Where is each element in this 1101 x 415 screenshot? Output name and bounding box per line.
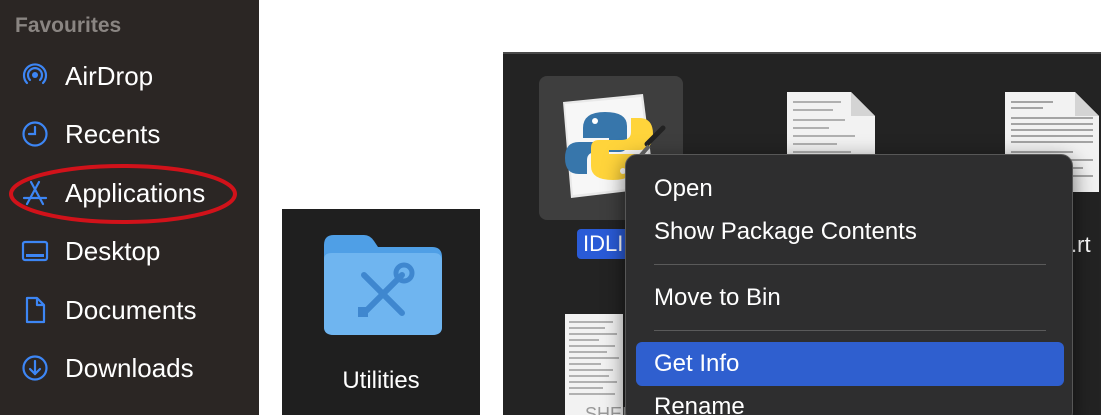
sidebar-item-applications[interactable]: Applications — [0, 169, 259, 217]
sidebar-item-airdrop[interactable]: AirDrop — [0, 52, 259, 100]
sidebar-section-title: Favourites — [15, 14, 122, 37]
sidebar-item-label: AirDrop — [65, 60, 154, 91]
file-name-label[interactable]: SHEI — [585, 404, 627, 415]
document-icon — [20, 295, 50, 325]
selected-file-name[interactable]: IDLI — [577, 229, 630, 259]
document-thumbnail[interactable] — [563, 312, 625, 415]
menu-separator — [654, 264, 1046, 265]
menu-item-show-package-contents[interactable]: Show Package Contents — [636, 210, 1064, 254]
airdrop-icon — [20, 61, 50, 91]
menu-separator — [654, 330, 1046, 331]
utilities-label: Utilities — [342, 367, 420, 394]
utilities-folder-tile[interactable]: Utilities — [282, 209, 480, 415]
sidebar-item-label: Desktop — [65, 235, 161, 266]
desktop-icon — [20, 236, 50, 266]
context-menu: Open Show Package Contents Move to Bin G… — [625, 154, 1073, 415]
sidebar-item-label: Downloads — [65, 352, 194, 383]
sidebar-item-documents[interactable]: Documents — [0, 286, 259, 334]
menu-item-open[interactable]: Open — [636, 167, 1064, 211]
finder-sidebar: Favourites AirDrop Recents Applications … — [0, 0, 259, 415]
menu-item-rename[interactable]: Rename — [636, 385, 1064, 415]
file-name-label[interactable]: .rt — [1071, 232, 1091, 258]
sidebar-item-recents[interactable]: Recents — [0, 110, 259, 158]
sidebar-item-desktop[interactable]: Desktop — [0, 227, 259, 275]
sidebar-item-downloads[interactable]: Downloads — [0, 344, 259, 392]
clock-icon — [20, 119, 50, 149]
menu-item-get-info[interactable]: Get Info — [636, 342, 1064, 386]
sidebar-item-label: Applications — [65, 177, 206, 208]
utilities-folder-icon — [324, 235, 442, 335]
download-icon — [20, 353, 50, 383]
applications-icon — [20, 178, 50, 208]
menu-item-move-to-bin[interactable]: Move to Bin — [636, 276, 1064, 320]
sidebar-item-label: Recents — [65, 118, 161, 149]
sidebar-item-label: Documents — [65, 294, 197, 325]
